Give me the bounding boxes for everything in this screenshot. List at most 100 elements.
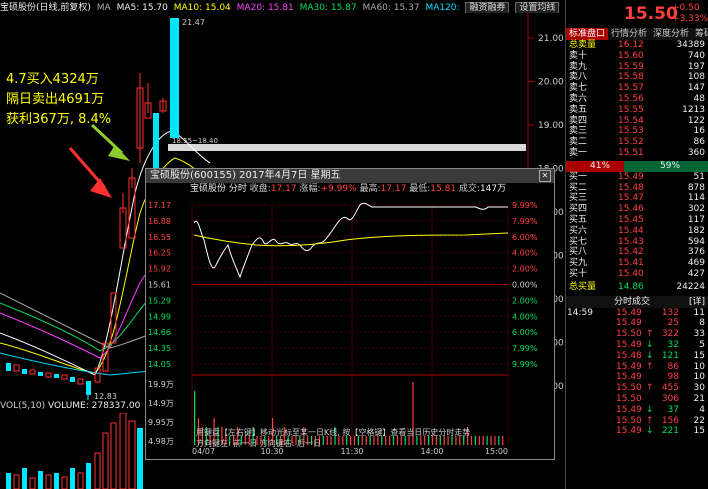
tab-depth[interactable]: 深度分析 [650, 28, 692, 40]
annotation-line-sell: 隔日卖出4691万 [6, 92, 105, 107]
volume-chart [6, 413, 143, 489]
popup-pct-axis-label: 9.99% [512, 201, 538, 210]
ma10-value: MA10: 15.04 [173, 3, 231, 13]
ask-row[interactable]: 卖五 15.55 1213 [566, 105, 708, 116]
popup-pct-axis-label: 7.99% [512, 344, 538, 353]
trade-row: 15.49 25 8 [566, 318, 708, 329]
tab-chips[interactable]: 筹码 [692, 28, 708, 40]
bid-label: 买七 [569, 236, 588, 247]
total-buy-row: 总买量 14.86 24224 [566, 282, 708, 293]
ask-volume: 197 [687, 61, 705, 72]
ask-row[interactable]: 卖一 15.51 360 [566, 148, 708, 159]
ask-row[interactable]: 卖二 15.52 86 [566, 137, 708, 148]
bid-volume: 594 [687, 236, 705, 247]
bid-price: 15.46 [618, 204, 644, 215]
bid-volume: 117 [687, 214, 705, 225]
trade-count: 10 [693, 361, 705, 372]
ask-row[interactable]: 卖九 15.59 197 [566, 62, 708, 73]
bid-volume: 182 [687, 225, 705, 236]
bid-price: 15.48 [618, 182, 644, 193]
trade-direction-icon: ↑ [646, 383, 654, 394]
ma120-value: MA120: [425, 3, 460, 13]
popup-titlebar[interactable]: 宝硕股份(600155) 2017年4月7日 星期五 ✕ [146, 169, 554, 183]
bid-row[interactable]: 买七 15.43 594 [566, 237, 708, 248]
trade-price: 15.49 [616, 318, 642, 329]
close-icon[interactable]: ✕ [539, 170, 551, 182]
trade-volume: 121 [661, 350, 679, 361]
tab-standard[interactable]: 标准盘口 [566, 28, 609, 40]
intraday-chart[interactable]: 17.17 16.88 16.55 16.25 15.92 15.61 15.29 14.99… [146, 195, 554, 457]
bid-volume: 51 [693, 171, 705, 182]
ask-price: 15.51 [618, 147, 644, 158]
bid-price: 15.44 [618, 225, 644, 236]
trade-price: 15.50 [616, 383, 642, 394]
quote-panel: 15.50 +0.50 +3.33% 标准盘口行情分析深度分析筹码 总卖量 16… [565, 0, 708, 489]
ask-volume: 122 [687, 115, 705, 126]
ask-price: 15.52 [618, 137, 644, 148]
price-axis-label: 20.00 [538, 78, 564, 88]
trade-count: 33 [693, 329, 705, 340]
low-marker: 12.83 [94, 392, 117, 401]
ask-label: 卖九 [569, 61, 588, 72]
bid-label: 买四 [569, 204, 588, 215]
popup-pct-axis-label: 2.00% [512, 296, 538, 305]
bid-price: 15.49 [618, 171, 644, 182]
bid-row[interactable]: 买九 15.41 469 [566, 258, 708, 269]
hint-line-2: 方向键左: 前一日 方向键右: 后一日 [196, 439, 322, 448]
trade-volume: 455 [661, 383, 679, 394]
ask-volume: 147 [687, 83, 705, 94]
popup-hint: 用键盘【左右键】移动光标至某一日K线, 按【空格键】查看当日历史分时走势 方向键… [196, 427, 546, 449]
popup-volume-axis-label: 19.9万 [148, 380, 174, 389]
ask-row[interactable]: 卖七 15.57 147 [566, 83, 708, 94]
trade-row: 15.49 ↑ 86 10 [566, 362, 708, 373]
margin-trading-button[interactable]: 融资融券 [465, 2, 510, 13]
trade-direction-icon: ↑ [646, 415, 654, 426]
trade-price: 15.49 [616, 307, 642, 318]
trade-count: 4 [699, 404, 705, 415]
trade-count: 11 [693, 307, 705, 318]
trade-price: 15.50 [616, 329, 642, 340]
ask-row[interactable]: 卖三 15.53 16 [566, 126, 708, 137]
popup-volume-axis-label: 14.9万 [148, 399, 174, 408]
bid-row[interactable]: 买八 15.42 376 [566, 247, 708, 258]
ask-row[interactable]: 卖十 15.60 740 [566, 51, 708, 62]
bid-row[interactable]: 买六 15.44 182 [566, 226, 708, 237]
bid-row[interactable]: 买十 15.40 427 [566, 269, 708, 280]
bid-row[interactable]: 买五 15.45 117 [566, 215, 708, 226]
trade-direction-icon: ↑ [646, 329, 654, 340]
tab-analysis[interactable]: 行情分析 [608, 28, 650, 40]
total-sell-vol: 34389 [676, 40, 705, 50]
bid-row[interactable]: 买二 15.48 878 [566, 183, 708, 194]
trade-direction-icon: ↓ [646, 426, 654, 437]
trade-volume: 25 [667, 318, 679, 329]
ask-volume: 1213 [682, 104, 705, 115]
trade-row: 15.49 ↓ 37 4 [566, 405, 708, 416]
bid-label: 买五 [569, 214, 588, 225]
bid-row[interactable]: 买三 15.47 114 [566, 193, 708, 204]
bid-row[interactable]: 买四 15.46 302 [566, 204, 708, 215]
trade-row: 15.50 306 21 [566, 394, 708, 405]
ask-label: 卖五 [569, 104, 588, 115]
popup-price-axis-label: 15.92 [148, 265, 171, 274]
ask-row[interactable]: 卖四 15.54 122 [566, 116, 708, 127]
trade-price: 15.50 [616, 393, 642, 404]
ask-label: 卖三 [569, 126, 588, 137]
popup-price-axis-label: 15.29 [148, 296, 171, 305]
green-arrow-head [108, 145, 130, 161]
trades-detail-link[interactable]: [详] [689, 296, 705, 308]
trade-count: 30 [693, 383, 705, 394]
change-value: +9.99% [320, 184, 357, 194]
bid-row[interactable]: 买一 15.49 51 [566, 172, 708, 183]
total-buy-label: 总买量 [569, 281, 597, 292]
volume-label: 成交: [458, 184, 480, 194]
low-value: 15.81 [430, 184, 457, 194]
ask-row[interactable]: 卖六 15.56 48 [566, 94, 708, 105]
ask-row[interactable]: 卖八 15.58 108 [566, 72, 708, 83]
set-ma-button[interactable]: 设置均线 [515, 2, 560, 13]
volume-indicator-label: VOL(5,10) [0, 401, 46, 411]
popup-price-axis-label: 14.35 [148, 344, 171, 353]
trade-row: 15.48 ↓ 121 15 [566, 351, 708, 362]
intraday-popup[interactable]: 宝硕股份(600155) 2017年4月7日 星期五 ✕ 宝硕股份 分时 收盘:… [145, 168, 555, 460]
bid-volume: 878 [687, 182, 705, 193]
close-label: 收盘: [249, 184, 271, 194]
